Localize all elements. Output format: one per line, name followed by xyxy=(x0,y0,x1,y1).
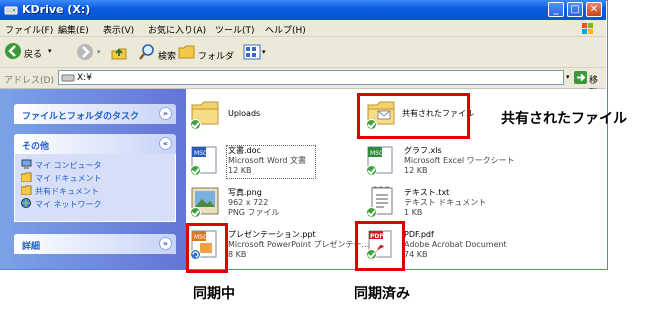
address-label: アドレス(D) xyxy=(4,76,54,86)
search-label[interactable]: 検索 xyxy=(158,49,176,62)
menu-bar: ファイル(F) 編集(E) 表示(V) お気に入り(A) ツール(T) ヘルプ(… xyxy=(0,20,606,37)
synced-caption: 同期済み xyxy=(354,286,410,302)
collapse-chevron-icon[interactable]: « xyxy=(159,137,172,150)
drive-icon xyxy=(61,74,75,82)
back-button[interactable]: 戻る ▾ xyxy=(4,42,60,62)
file-name: テキスト.txt xyxy=(404,188,450,197)
views-dropdown-icon[interactable]: ▾ xyxy=(262,48,266,56)
file-size: 74 KB xyxy=(404,250,428,259)
address-value: X:¥ xyxy=(77,73,92,83)
address-bar: アドレス(D) X:¥ ▾ 移動 xyxy=(0,68,606,99)
file-item-txt[interactable]: テキスト.txt テキスト ドキュメント 1 KB xyxy=(366,185,546,221)
panel-details-title: 詳細 xyxy=(22,242,41,252)
panel-file-folder-tasks[interactable]: ファイルとフォルダのタスク » xyxy=(14,104,176,124)
menu-help[interactable]: ヘルプ(H) xyxy=(265,23,306,36)
sidebar-item-shared-documents[interactable]: 共有ドキュメント xyxy=(35,186,99,197)
minimize-button[interactable]: _ xyxy=(548,2,564,17)
synced-check-icon xyxy=(190,119,201,130)
file-name: PDF.pdf xyxy=(404,230,434,239)
file-size: 8 KB xyxy=(228,250,247,259)
file-type: Adobe Acrobat Document xyxy=(404,240,507,249)
svg-text:MSO: MSO xyxy=(370,150,384,157)
file-name: 写真.png xyxy=(228,188,262,197)
synced-check-icon xyxy=(366,207,377,218)
file-type: Microsoft Excel ワークシート xyxy=(404,156,515,165)
synced-check-icon xyxy=(366,165,377,176)
file-item-png[interactable]: 写真.png 962 x 722 PNG ファイル xyxy=(190,185,360,221)
maximize-button[interactable]: □ xyxy=(567,2,583,17)
file-size: 12 KB xyxy=(404,166,428,175)
file-name: グラフ.xls xyxy=(404,146,442,155)
highlight-syncing-file xyxy=(186,223,228,273)
window-title: KDrive (X:) xyxy=(22,3,91,16)
file-name: Uploads xyxy=(228,109,261,118)
menu-favorites[interactable]: お気に入り(A) xyxy=(148,23,206,36)
task-pane: ファイルとフォルダのタスク » その他 « マイ コンピュータ マイ ドキュメン… xyxy=(0,89,186,269)
panel-file-folder-tasks-title: ファイルとフォルダのタスク xyxy=(22,112,140,122)
my-documents-icon xyxy=(21,172,32,182)
menu-view[interactable]: 表示(V) xyxy=(103,23,134,36)
address-input[interactable]: X:¥ xyxy=(58,70,564,85)
file-item-xls[interactable]: MSO グラフ.xls Microsoft Excel ワークシート 12 KB xyxy=(366,143,546,179)
forward-arrow-icon[interactable] xyxy=(76,43,94,61)
search-icon[interactable] xyxy=(138,43,156,61)
up-folder-icon[interactable] xyxy=(110,43,128,61)
file-type: Microsoft Word 文書 xyxy=(228,156,307,165)
synced-check-icon xyxy=(190,207,201,218)
my-computer-icon xyxy=(21,159,32,169)
toolbar: 戻る ▾ ▾ 検索 フォルダ ▾ xyxy=(0,37,606,68)
panel-other-places-body: マイ コンピュータ マイ ドキュメント 共有ドキュメント マイ ネットワーク xyxy=(14,154,176,222)
panel-other-places[interactable]: その他 « xyxy=(14,134,176,154)
address-dropdown-icon[interactable]: ▾ xyxy=(566,73,570,81)
back-dropdown-icon[interactable]: ▾ xyxy=(48,47,52,55)
panel-other-places-title: その他 xyxy=(22,142,50,152)
my-network-icon xyxy=(21,198,31,208)
drive-icon xyxy=(4,6,18,15)
views-icon[interactable] xyxy=(243,43,261,61)
menu-edit[interactable]: 編集(E) xyxy=(58,23,89,36)
file-name: 文書.doc xyxy=(228,146,261,155)
file-name: プレゼンテーション.ppt xyxy=(228,230,316,239)
shared-documents-icon xyxy=(21,185,32,195)
folders-label[interactable]: フォルダ xyxy=(198,49,234,62)
windows-logo-icon xyxy=(582,23,593,34)
shared-file-caption: 共有されたファイル xyxy=(501,111,627,127)
menu-tools[interactable]: ツール(T) xyxy=(215,23,255,36)
file-type: Microsoft PowerPoint プレゼンテー... xyxy=(228,240,370,249)
file-size: 12 KB xyxy=(228,166,252,175)
folders-icon[interactable] xyxy=(178,44,196,60)
forward-dropdown-icon[interactable]: ▾ xyxy=(97,48,101,56)
close-button[interactable]: ✕ xyxy=(586,2,602,17)
go-arrow-icon xyxy=(574,71,587,84)
menu-file[interactable]: ファイル(F) xyxy=(5,23,53,36)
sidebar-item-my-documents[interactable]: マイ ドキュメント xyxy=(35,173,102,184)
file-size: 1 KB xyxy=(404,208,423,217)
file-item-uploads[interactable]: Uploads xyxy=(190,97,350,133)
expand-chevron-icon[interactable]: » xyxy=(159,237,172,250)
file-type: PNG ファイル xyxy=(228,208,280,217)
expand-chevron-icon[interactable]: » xyxy=(159,107,172,120)
highlight-shared-folder xyxy=(357,93,470,139)
synced-check-icon xyxy=(190,165,201,176)
file-item-doc[interactable]: MSO 文書.doc Microsoft Word 文書 12 KB xyxy=(190,143,360,179)
file-type: テキスト ドキュメント xyxy=(404,198,487,207)
highlight-synced-file xyxy=(355,221,405,271)
svg-text:MSO: MSO xyxy=(194,150,208,157)
go-button[interactable]: 移動 xyxy=(574,70,606,99)
panel-details[interactable]: 詳細 » xyxy=(14,234,176,254)
back-label: 戻る xyxy=(24,50,43,60)
sidebar-item-my-computer[interactable]: マイ コンピュータ xyxy=(35,160,102,171)
title-bar[interactable]: KDrive (X:) _ □ ✕ xyxy=(0,0,606,20)
sidebar-item-my-network[interactable]: マイ ネットワーク xyxy=(35,199,102,210)
syncing-caption: 同期中 xyxy=(193,286,235,302)
back-arrow-icon xyxy=(5,43,21,59)
image-dimensions: 962 x 722 xyxy=(228,198,269,207)
